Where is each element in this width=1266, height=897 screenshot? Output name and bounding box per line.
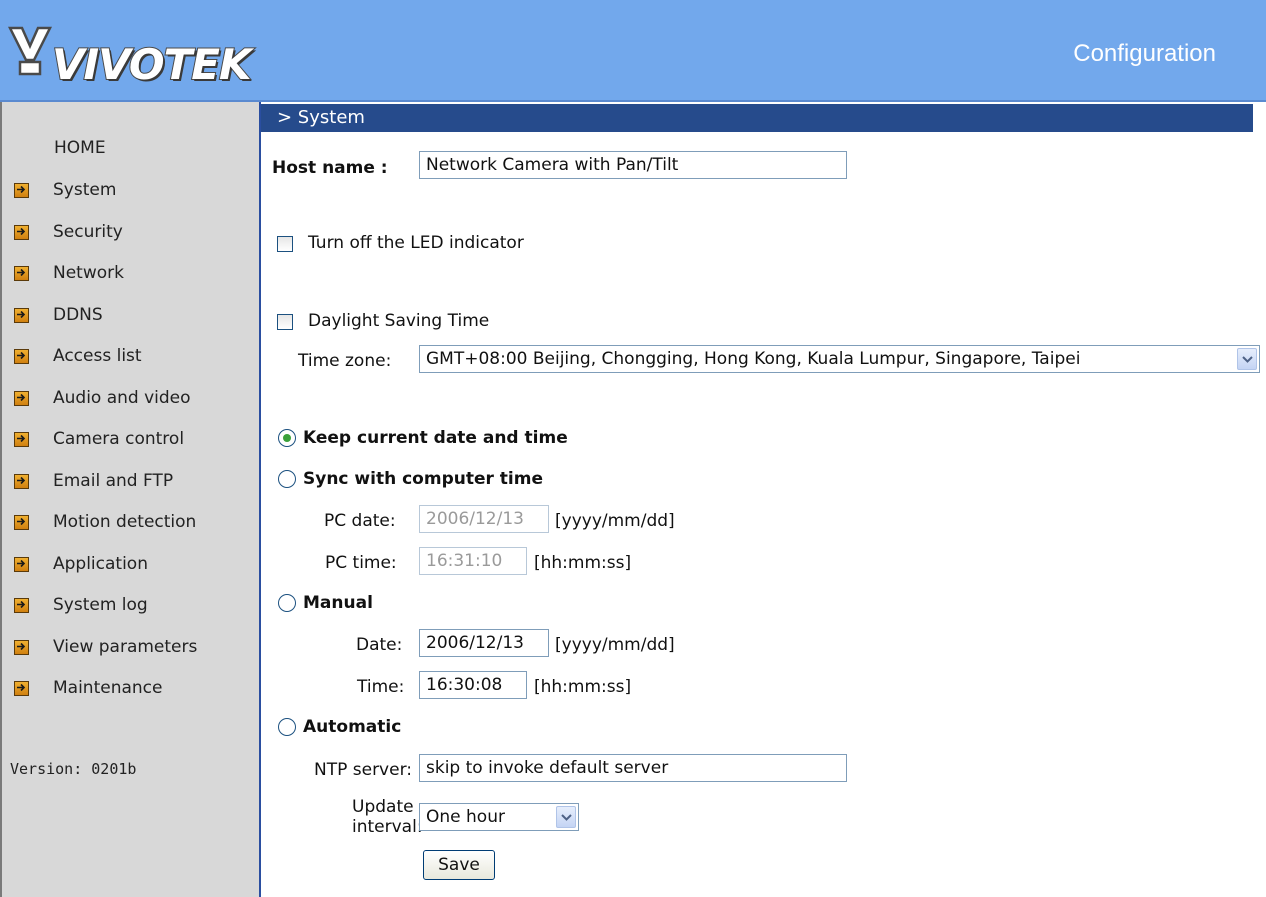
sidebar-item-motion-detection[interactable]: Motion detection — [14, 510, 196, 534]
logo-mark-icon — [8, 26, 53, 76]
led-checkbox-label: Turn off the LED indicator — [308, 233, 524, 253]
sidebar-item-audio-and-video[interactable]: Audio and video — [14, 386, 191, 410]
ntp-server-label: NTP server: — [314, 760, 412, 780]
arrow-right-icon — [14, 639, 29, 655]
arrow-right-icon — [14, 597, 29, 613]
time-format: [hh:mm:ss] — [534, 677, 632, 697]
sidebar-item-camera-control[interactable]: Camera control — [14, 427, 184, 451]
chevron-down-icon[interactable] — [1237, 348, 1257, 370]
update-interval-label-line2: interval: — [352, 817, 423, 837]
automatic-label: Automatic — [303, 717, 402, 737]
led-checkbox[interactable] — [277, 236, 293, 252]
sidebar-item-system[interactable]: System — [14, 178, 116, 202]
sidebar-item-label: Maintenance — [53, 678, 163, 698]
update-interval-value: One hour — [426, 807, 505, 827]
arrow-right-icon — [14, 224, 29, 240]
timezone-select[interactable]: GMT+08:00 Beijing, Chongging, Hong Kong,… — [419, 345, 1260, 373]
host-name-input[interactable]: Network Camera with Pan/Tilt — [419, 151, 847, 179]
pc-time-label: PC time: — [325, 553, 397, 573]
sidebar-item-label: Audio and video — [53, 388, 191, 408]
date-label: Date: — [356, 635, 403, 655]
sync-computer-label: Sync with computer time — [303, 469, 544, 489]
sync-computer-radio[interactable] — [278, 470, 296, 488]
sidebar-item-maintenance[interactable]: Maintenance — [14, 676, 162, 700]
update-interval-select[interactable]: One hour — [419, 803, 579, 831]
section-title: > System — [277, 107, 365, 128]
sidebar-item-application[interactable]: Application — [14, 552, 148, 576]
pc-time-field: 16:31:10 — [419, 547, 527, 575]
ntp-server-input[interactable]: skip to invoke default server — [419, 754, 847, 782]
sidebar-item-label: Security — [53, 222, 123, 242]
date-input[interactable]: 2006/12/13 — [419, 629, 549, 657]
sidebar-item-view-parameters[interactable]: View parameters — [14, 635, 197, 659]
arrow-right-icon — [14, 473, 29, 489]
arrow-right-icon — [14, 514, 29, 530]
pc-date-format: [yyyy/mm/dd] — [555, 511, 675, 531]
pc-date-field: 2006/12/13 — [419, 505, 549, 533]
sidebar-item-label: View parameters — [53, 637, 198, 657]
pc-date-label: PC date: — [324, 511, 396, 531]
date-format: [yyyy/mm/dd] — [555, 635, 675, 655]
sidebar-item-label: Motion detection — [53, 512, 197, 532]
update-interval-label: Update interval: — [352, 797, 423, 837]
pc-time-format: [hh:mm:ss] — [534, 553, 632, 573]
arrow-right-icon — [14, 182, 29, 198]
sidebar-item-email-and-ftp[interactable]: Email and FTP — [14, 469, 173, 493]
manual-label: Manual — [303, 593, 373, 613]
sidebar-item-label: Application — [53, 554, 148, 574]
save-button[interactable]: Save — [423, 850, 495, 880]
timezone-value: GMT+08:00 Beijing, Chongging, Hong Kong,… — [426, 349, 1081, 369]
sidebar-item-home[interactable]: HOME — [54, 138, 106, 158]
time-label: Time: — [357, 677, 405, 697]
sidebar-item-label: System — [53, 180, 117, 200]
section-header: > System — [261, 104, 1253, 132]
logo-text: VIVOTEK — [51, 39, 252, 90]
sidebar-item-network[interactable]: Network — [14, 261, 124, 285]
sidebar-item-security[interactable]: Security — [14, 220, 123, 244]
version-text: Version: 0201b — [10, 760, 137, 778]
host-name-label: Host name : — [272, 158, 388, 178]
keep-current-label: Keep current date and time — [303, 428, 568, 448]
sidebar-item-label: DDNS — [53, 305, 103, 325]
chevron-down-icon[interactable] — [556, 806, 576, 828]
automatic-radio[interactable] — [278, 718, 296, 736]
arrow-right-icon — [14, 390, 29, 406]
header-bar: VIVOTEK Configuration — [0, 0, 1266, 102]
sidebar-item-label: Camera control — [53, 429, 185, 449]
page-title: Configuration — [1073, 40, 1216, 67]
sidebar-item-label: System log — [53, 595, 148, 615]
sidebar-divider — [259, 102, 261, 897]
sidebar: HOME System Security Network DDNS Access… — [0, 102, 261, 897]
sidebar-item-label: Email and FTP — [53, 471, 174, 491]
arrow-right-icon — [14, 680, 29, 696]
dst-checkbox-label: Daylight Saving Time — [308, 311, 490, 331]
arrow-right-icon — [14, 348, 29, 364]
arrow-right-icon — [14, 265, 29, 281]
sidebar-item-ddns[interactable]: DDNS — [14, 303, 103, 327]
manual-radio[interactable] — [278, 594, 296, 612]
arrow-right-icon — [14, 307, 29, 323]
sidebar-item-system-log[interactable]: System log — [14, 593, 148, 617]
sidebar-item-label: Network — [53, 263, 124, 283]
arrow-right-icon — [14, 431, 29, 447]
keep-current-radio[interactable] — [278, 429, 296, 447]
sidebar-item-access-list[interactable]: Access list — [14, 344, 142, 368]
update-interval-label-line1: Update — [352, 797, 414, 817]
time-input[interactable]: 16:30:08 — [419, 671, 527, 699]
arrow-right-icon — [14, 556, 29, 572]
sidebar-item-label: Access list — [53, 346, 142, 366]
timezone-label: Time zone: — [298, 351, 392, 371]
dst-checkbox[interactable] — [277, 314, 293, 330]
